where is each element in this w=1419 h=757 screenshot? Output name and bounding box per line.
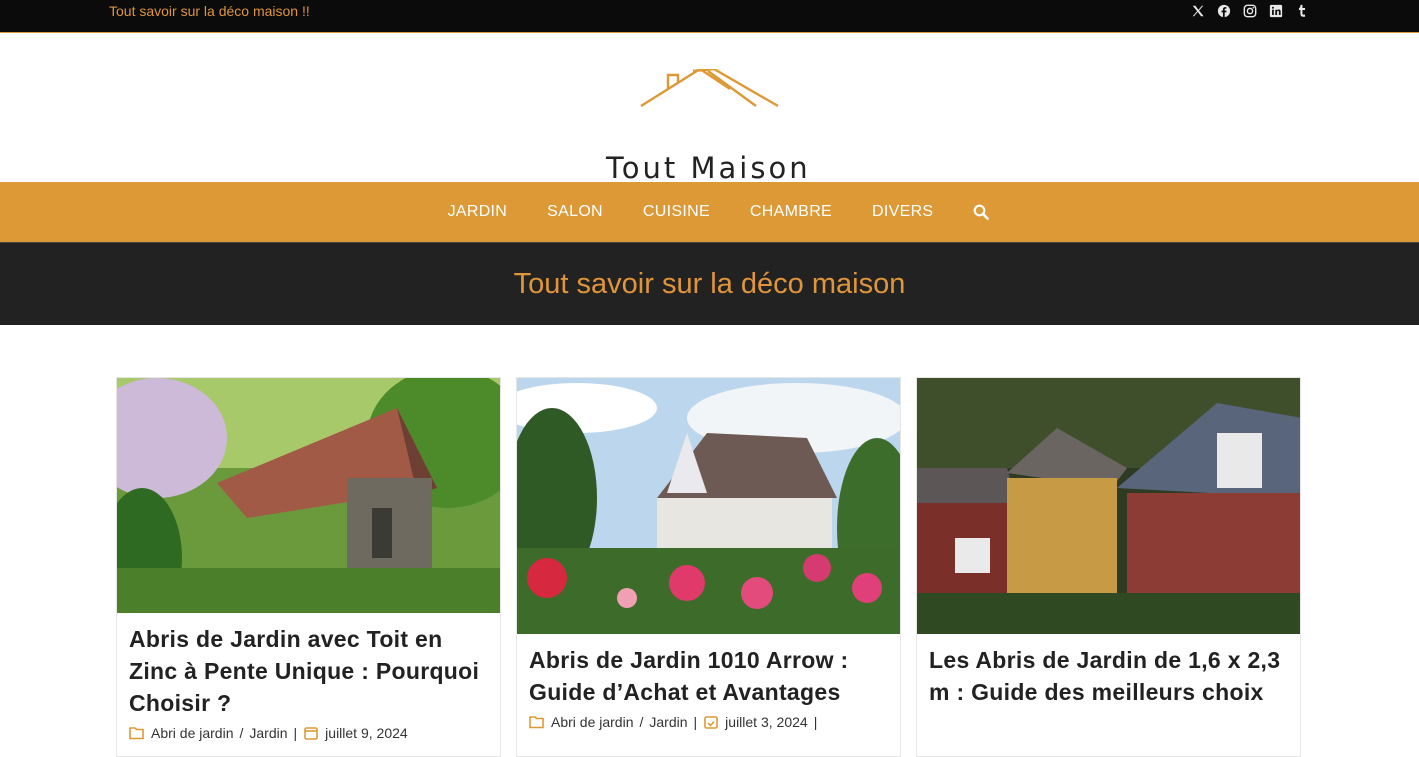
post-thumbnail[interactable] — [517, 378, 900, 634]
facebook-icon[interactable] — [1216, 3, 1231, 18]
post-thumbnail[interactable] — [917, 378, 1300, 634]
post-title[interactable]: Abris de Jardin avec Toit en Zinc à Pent… — [117, 613, 500, 719]
post-category[interactable]: Jardin — [649, 714, 687, 730]
logo-text: Tout Maison — [606, 151, 811, 185]
nav-item-cuisine[interactable]: CUISINE — [623, 203, 730, 221]
folder-icon — [529, 716, 544, 729]
post-grid: Abris de Jardin avec Toit en Zinc à Pent… — [116, 377, 1301, 757]
post-thumbnail[interactable] — [117, 378, 500, 613]
top-bar: Tout savoir sur la déco maison !! — [0, 0, 1419, 33]
separator: / — [639, 714, 644, 730]
page-title: Tout savoir sur la déco maison — [513, 267, 906, 300]
search-button[interactable] — [953, 204, 1009, 220]
post-card: Abris de Jardin avec Toit en Zinc à Pent… — [116, 377, 501, 757]
tumblr-icon[interactable] — [1294, 3, 1309, 18]
site-tagline: Tout savoir sur la déco maison !! — [109, 3, 310, 19]
post-title[interactable]: Les Abris de Jardin de 1,6 x 2,3 m : Gui… — [917, 634, 1300, 708]
site-logo[interactable]: Tout Maison — [606, 69, 816, 185]
post-meta: Abri de jardin / Jardin | juillet 9, 202… — [117, 719, 500, 747]
nav-item-chambre[interactable]: CHAMBRE — [730, 203, 852, 221]
post-date: juillet 3, 2024 — [725, 714, 808, 730]
separator: | — [693, 714, 698, 730]
post-card: Abris de Jardin 1010 Arrow : Guide d’Ach… — [516, 377, 901, 757]
page-title-banner: Tout savoir sur la déco maison — [0, 242, 1419, 325]
post-date: juillet 9, 2024 — [325, 725, 408, 741]
linkedin-icon[interactable] — [1268, 3, 1283, 18]
post-card: Les Abris de Jardin de 1,6 x 2,3 m : Gui… — [916, 377, 1301, 757]
social-links — [1190, 3, 1309, 18]
instagram-icon[interactable] — [1242, 3, 1257, 18]
search-icon — [974, 204, 990, 220]
calendar-icon — [704, 716, 718, 729]
post-meta: Abri de jardin / Jardin | juillet 3, 202… — [517, 708, 900, 736]
nav-item-salon[interactable]: SALON — [527, 203, 623, 221]
house-roof-icon — [640, 69, 779, 108]
separator: / — [239, 725, 244, 741]
post-title[interactable]: Abris de Jardin 1010 Arrow : Guide d’Ach… — [517, 634, 900, 708]
nav-item-jardin[interactable]: JARDIN — [428, 203, 528, 221]
x-icon[interactable] — [1190, 3, 1205, 18]
separator: | — [293, 725, 298, 741]
nav-item-divers[interactable]: DIVERS — [852, 203, 953, 221]
main-navigation: JARDIN SALON CUISINE CHAMBRE DIVERS — [0, 182, 1419, 242]
post-category[interactable]: Abri de jardin — [151, 725, 234, 741]
post-category[interactable]: Jardin — [249, 725, 287, 741]
site-header: Tout Maison — [0, 33, 1419, 185]
post-category[interactable]: Abri de jardin — [551, 714, 634, 730]
separator: | — [813, 714, 818, 730]
